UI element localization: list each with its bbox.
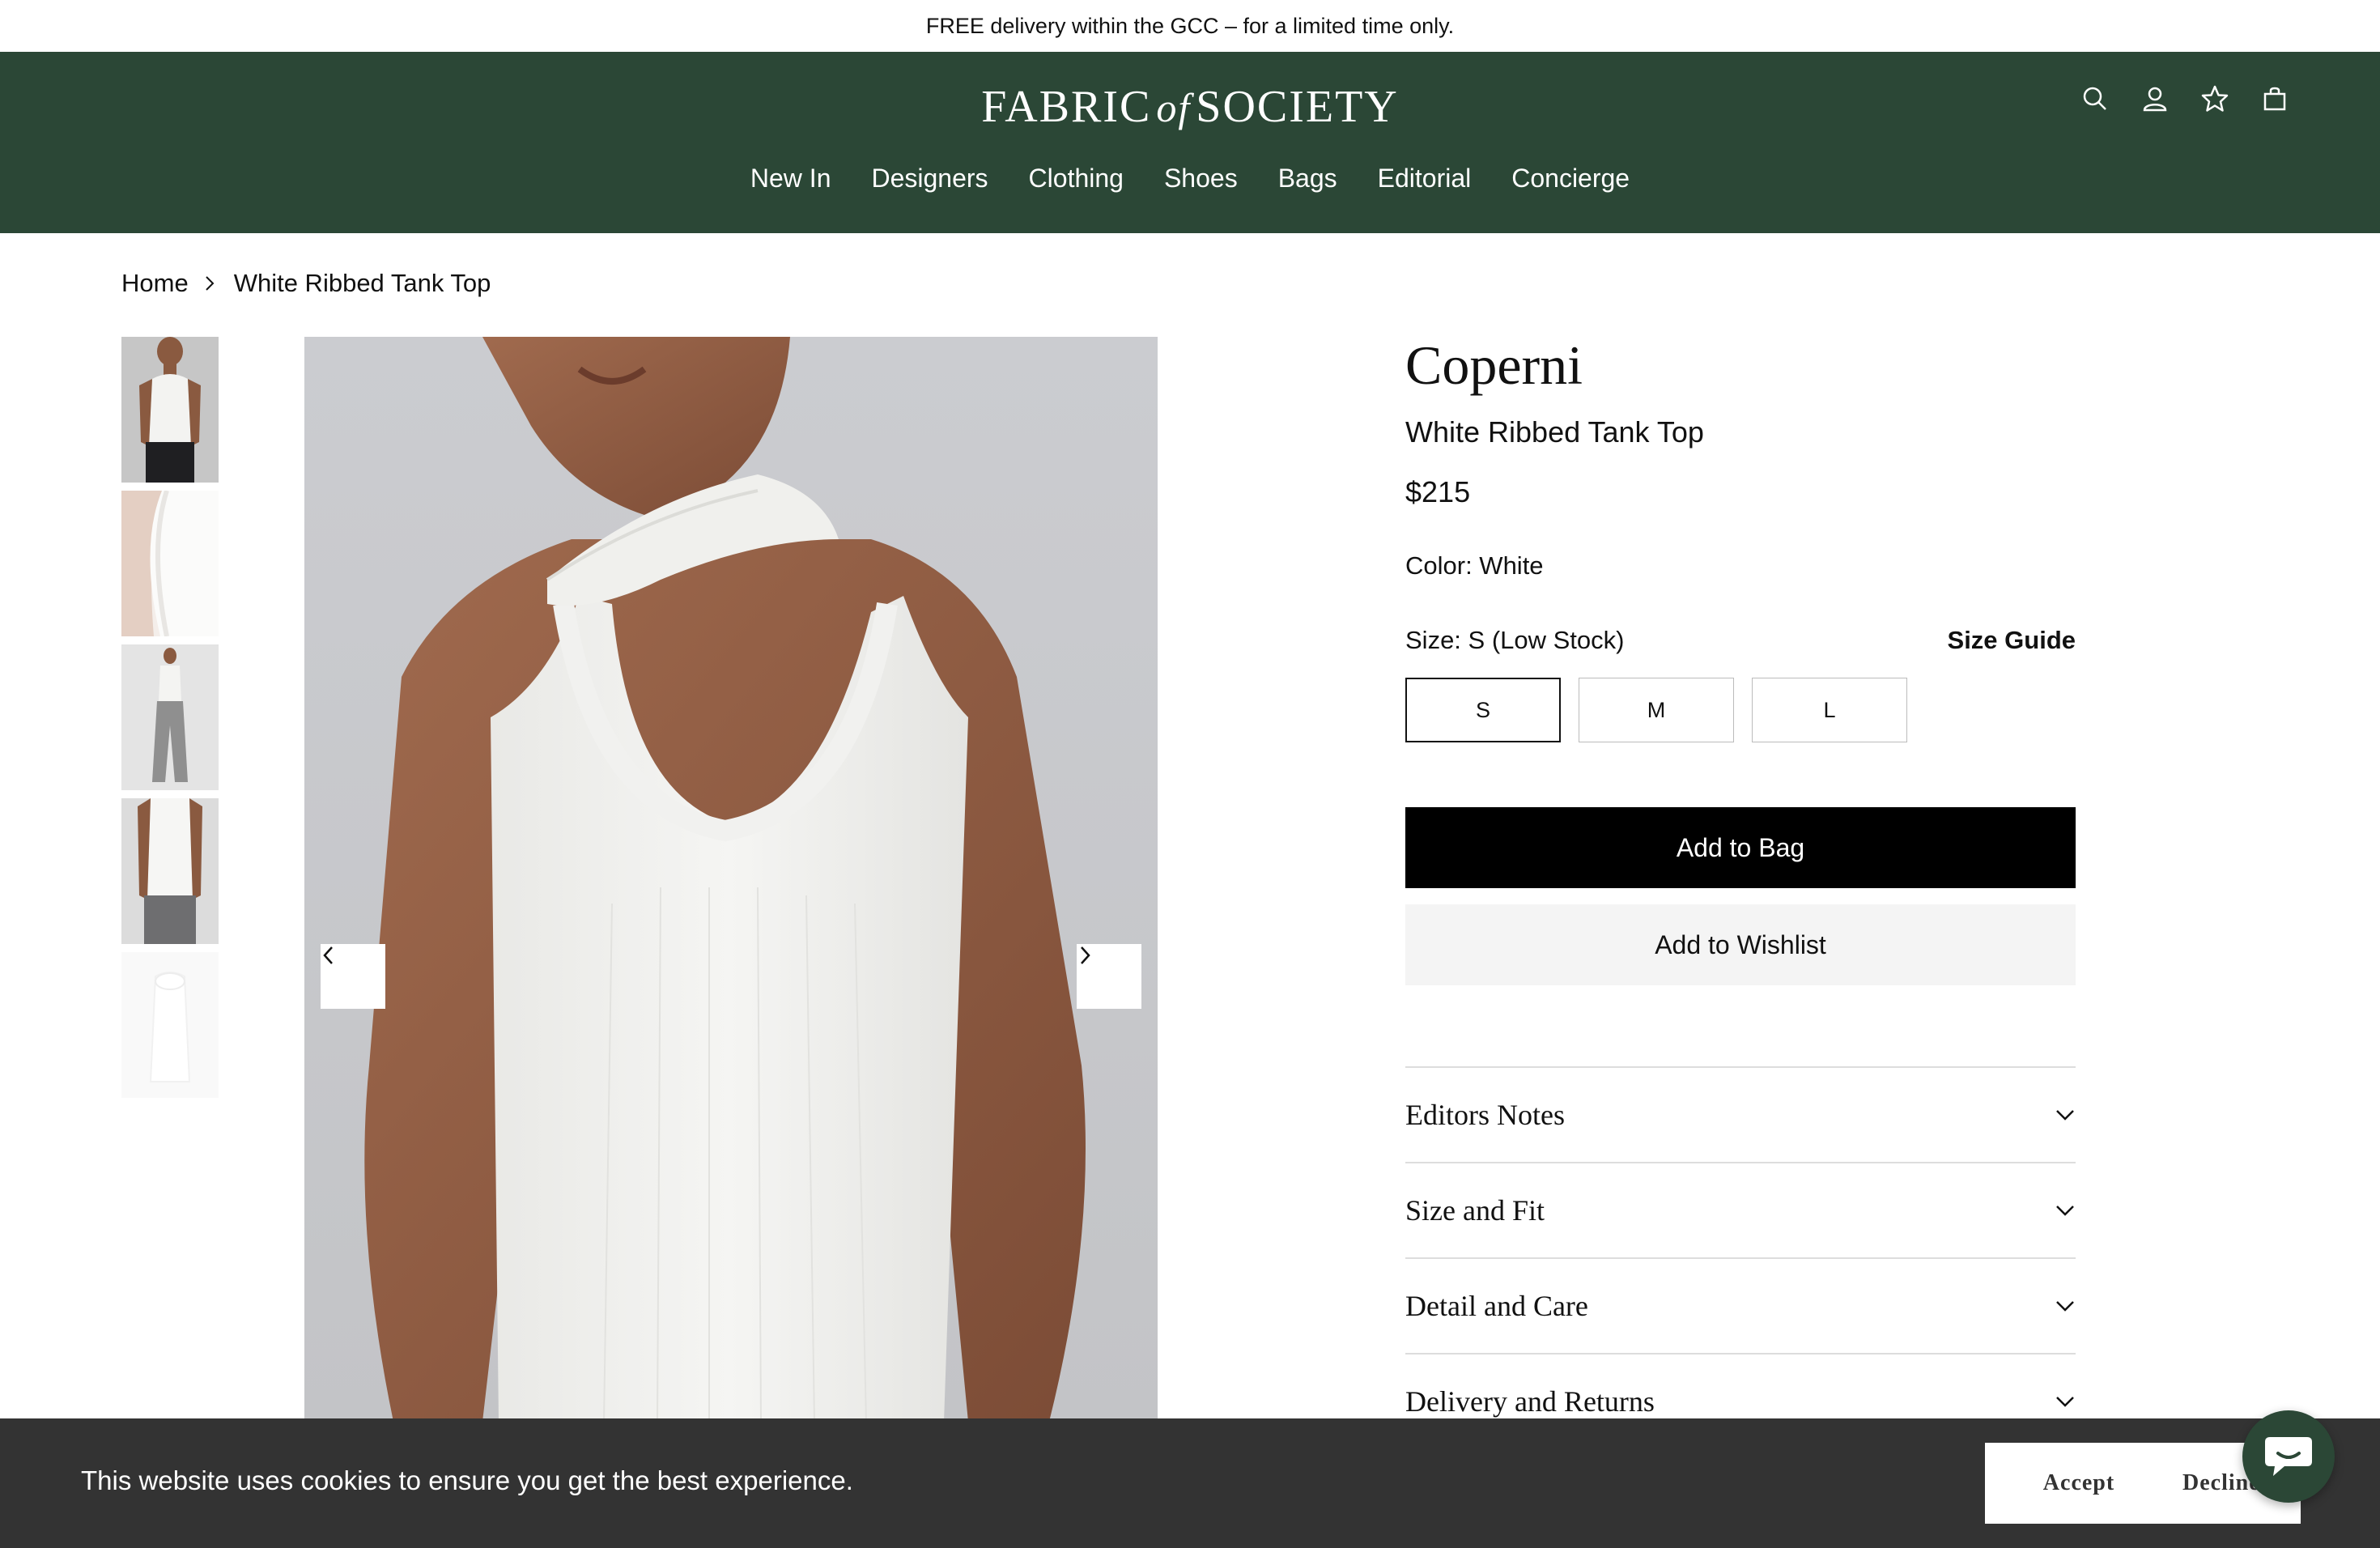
product-info: Coperni White Ribbed Tank Top $215 Color…: [1405, 334, 2076, 1450]
size-option-m[interactable]: M: [1579, 678, 1734, 742]
cookie-accept-button[interactable]: Accept: [1985, 1443, 2173, 1524]
header-icons: [2079, 83, 2291, 115]
size-row: Size: S (Low Stock) Size Guide: [1405, 626, 2076, 655]
size-guide-link[interactable]: Size Guide: [1948, 626, 2076, 655]
add-to-bag-button[interactable]: Add to Bag: [1405, 807, 2076, 888]
nav-item-bags[interactable]: Bags: [1278, 164, 1337, 194]
wishlist-star-icon[interactable]: [2199, 83, 2231, 115]
logo-word-society: SOCIETY: [1196, 82, 1399, 132]
product-brand[interactable]: Coperni: [1405, 334, 2076, 398]
nav-item-designers[interactable]: Designers: [871, 164, 988, 194]
product-photo: [304, 337, 1158, 1422]
product-name: White Ribbed Tank Top: [1405, 415, 1704, 449]
announcement-bar: FREE delivery within the GCC – for a lim…: [0, 0, 2380, 52]
chevron-left-icon: [323, 946, 333, 964]
chat-widget-button[interactable]: [2242, 1410, 2335, 1503]
nav-item-shoes[interactable]: Shoes: [1164, 164, 1238, 194]
size-label: Size: S (Low Stock): [1405, 626, 1625, 654]
search-icon[interactable]: [2079, 83, 2111, 115]
nav-item-new-in[interactable]: New In: [750, 164, 831, 194]
nav-item-editorial[interactable]: Editorial: [1378, 164, 1472, 194]
product-accordion: Editors Notes Size and Fit Detail and Ca…: [1405, 1066, 2076, 1450]
chevron-right-icon: [203, 275, 219, 291]
gallery-next-button[interactable]: [1077, 944, 1141, 1009]
thumbnail-3[interactable]: [121, 644, 219, 790]
logo-word-of: of: [1156, 85, 1192, 130]
size-options: S M L: [1405, 678, 2076, 742]
cookie-message: This website uses cookies to ensure you …: [81, 1465, 853, 1495]
main-nav: New In Designers Clothing Shoes Bags Edi…: [0, 164, 2380, 194]
announcement-text: FREE delivery within the GCC – for a lim…: [925, 13, 1455, 38]
accordion-detail-and-care[interactable]: Detail and Care: [1405, 1259, 2076, 1354]
color-label: Color: White: [1405, 551, 1544, 580]
accordion-label: Editors Notes: [1405, 1099, 1565, 1131]
add-to-wishlist-button[interactable]: Add to Wishlist: [1405, 904, 2076, 985]
thumbnail-2[interactable]: [121, 491, 219, 636]
product-price: $215: [1405, 475, 1471, 508]
chevron-down-icon: [2056, 1301, 2074, 1312]
thumbnail-list: [121, 337, 219, 1106]
thumbnail-1[interactable]: [121, 337, 219, 483]
thumbnail-5[interactable]: [121, 952, 219, 1098]
size-option-s[interactable]: S: [1405, 678, 1561, 742]
chevron-down-icon: [2056, 1110, 2074, 1121]
site-logo[interactable]: FABRIC of SOCIETY: [0, 81, 2380, 133]
size-option-l[interactable]: L: [1752, 678, 1907, 742]
accordion-editors-notes[interactable]: Editors Notes: [1405, 1068, 2076, 1163]
breadcrumb-home[interactable]: Home: [121, 269, 189, 298]
chevron-right-icon: [1081, 946, 1090, 964]
chevron-down-icon: [2056, 1206, 2074, 1216]
cookie-banner: This website uses cookies to ensure you …: [0, 1418, 2380, 1548]
logo-word-fabric: FABRIC: [981, 82, 1152, 132]
breadcrumb-current: White Ribbed Tank Top: [233, 269, 491, 297]
nav-item-clothing[interactable]: Clothing: [1029, 164, 1124, 194]
bag-icon[interactable]: [2259, 83, 2291, 115]
thumbnail-4[interactable]: [121, 798, 219, 944]
product-main-image: [304, 337, 1158, 1422]
gallery-prev-button[interactable]: [321, 944, 385, 1009]
nav-item-concierge[interactable]: Concierge: [1511, 164, 1630, 194]
accordion-label: Detail and Care: [1405, 1290, 1588, 1322]
site-header: FABRIC of SOCIETY New In Designers Clothin…: [0, 52, 2380, 233]
chevron-down-icon: [2056, 1397, 2074, 1407]
account-icon[interactable]: [2139, 83, 2171, 115]
accordion-label: Size and Fit: [1405, 1194, 1545, 1227]
accordion-label: Delivery and Returns: [1405, 1385, 1655, 1418]
accordion-size-and-fit[interactable]: Size and Fit: [1405, 1163, 2076, 1259]
breadcrumb: Home White Ribbed Tank Top: [121, 269, 491, 298]
chat-icon: [2265, 1437, 2312, 1476]
